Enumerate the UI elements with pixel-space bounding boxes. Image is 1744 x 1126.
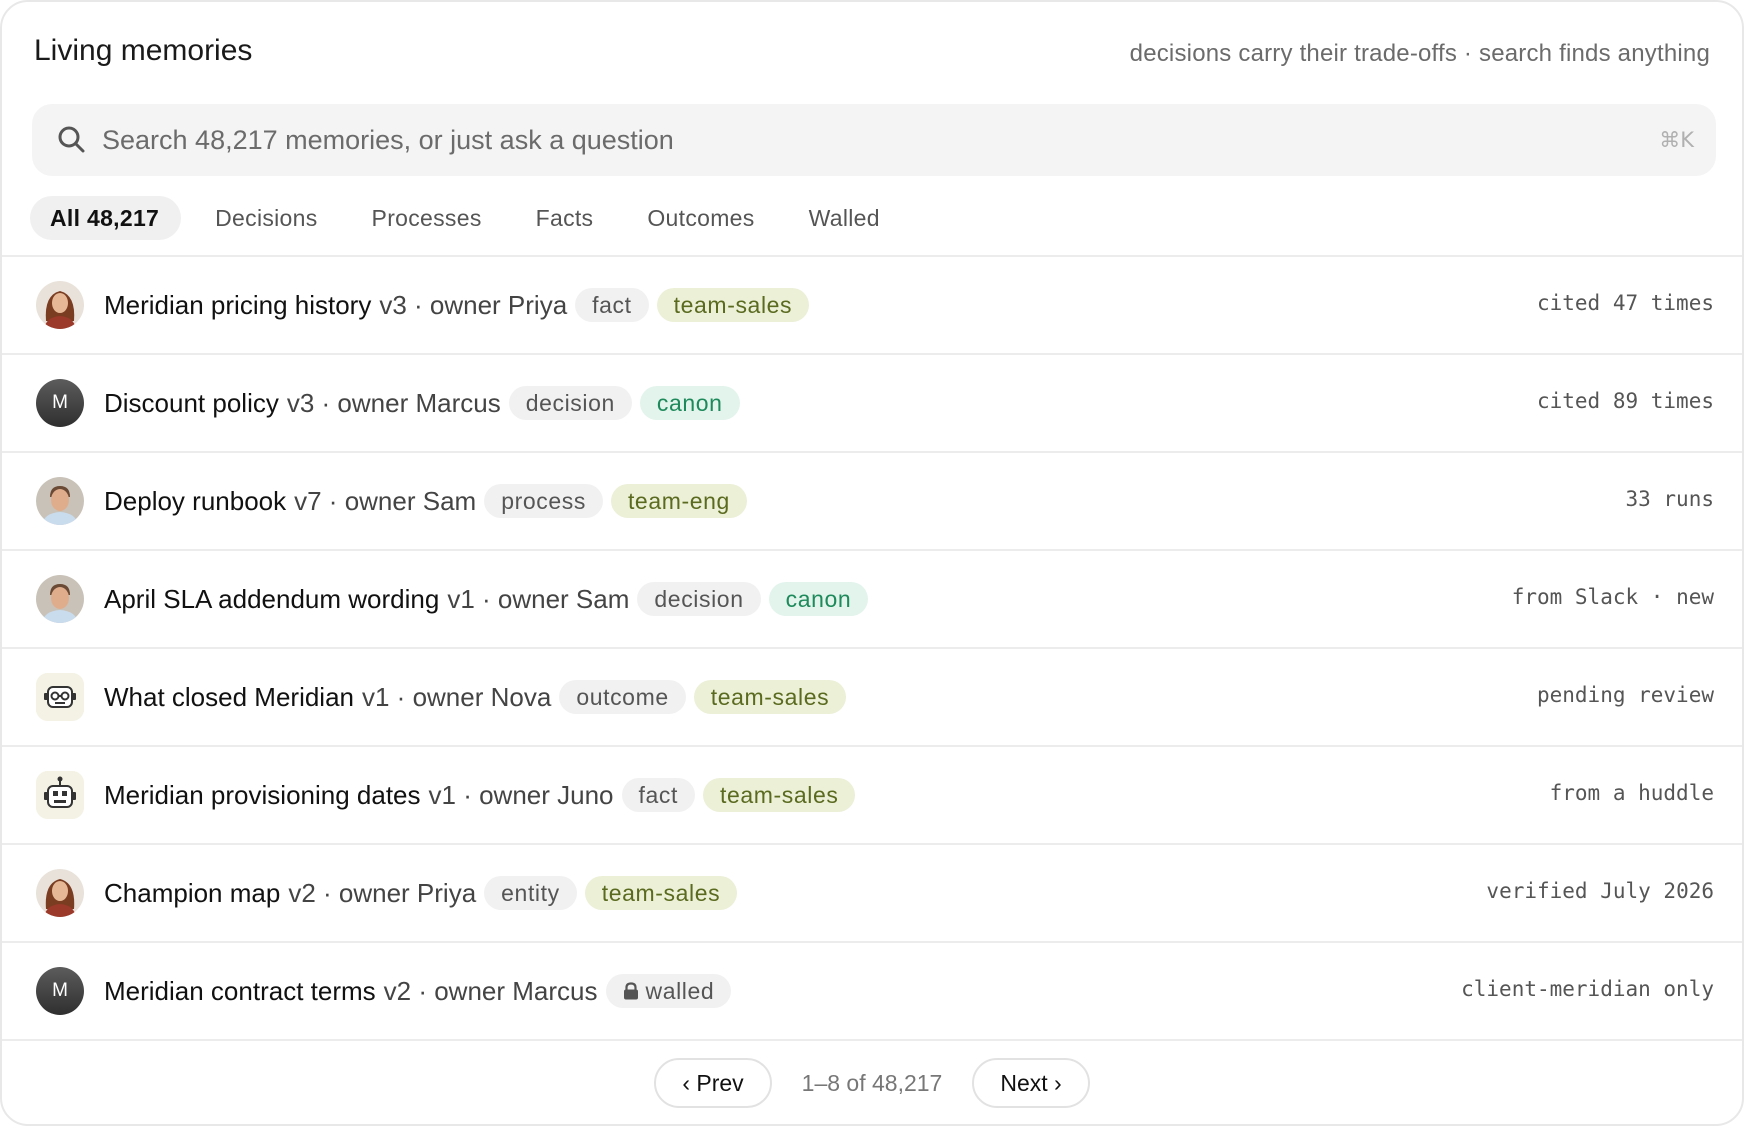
list-item[interactable]: M Discount policy v3 · owner Marcus deci… [2, 355, 1742, 453]
search-icon [56, 124, 88, 156]
avatar: M [36, 379, 84, 427]
memory-status: from a huddle [1549, 781, 1714, 805]
kind-badge: entity [484, 876, 577, 910]
memory-meta: v1 · owner Juno [428, 779, 614, 810]
scope-badge: team-sales [693, 680, 847, 714]
memory-title: Champion map [104, 877, 281, 908]
tab-processes[interactable]: Processes [352, 196, 502, 240]
scope-badge: canon [768, 582, 869, 616]
filter-tabs: All 48,217 Decisions Processes Facts Out… [30, 196, 900, 240]
memory-list: Meridian pricing history v3 · owner Priy… [2, 255, 1742, 1041]
search-shortcut: ⌘K [1659, 128, 1694, 152]
walled-badge-label: walled [645, 977, 715, 1004]
tab-decisions[interactable]: Decisions [195, 196, 337, 240]
memory-title: What closed Meridian [104, 681, 354, 712]
list-item[interactable]: Meridian provisioning dates v1 · owner J… [2, 747, 1742, 845]
panel-header: Living memories decisions carry their tr… [34, 32, 1710, 72]
tab-all[interactable]: All 48,217 [30, 196, 182, 240]
memory-title: April SLA addendum wording [104, 583, 440, 614]
memory-status: verified July 2026 [1486, 879, 1714, 903]
prev-page-button[interactable]: ‹ Prev [654, 1058, 772, 1108]
tab-walled[interactable]: Walled [789, 196, 900, 240]
page-range: 1–8 of 48,217 [801, 1069, 943, 1096]
memory-meta: v1 · owner Sam [447, 583, 630, 614]
memory-status: from Slack · new [1511, 585, 1714, 609]
memory-title: Meridian pricing history [104, 289, 372, 320]
scope-badge: team-sales [584, 876, 738, 910]
search-bar[interactable]: ⌘K [32, 104, 1716, 176]
robot-nova-icon [36, 673, 84, 721]
list-item[interactable]: April SLA addendum wording v1 · owner Sa… [2, 551, 1742, 649]
memory-title: Deploy runbook [104, 485, 287, 516]
scope-badge: team-sales [656, 288, 810, 322]
memory-title: Meridian provisioning dates [104, 779, 421, 810]
walled-badge: walled [605, 974, 732, 1008]
tab-outcomes[interactable]: Outcomes [627, 196, 774, 240]
memory-meta: v7 · owner Sam [294, 485, 477, 516]
memory-title: Meridian contract terms [104, 975, 376, 1006]
avatar: M [36, 967, 84, 1015]
memories-panel: Living memories decisions carry their tr… [0, 0, 1744, 1126]
page-tagline: decisions carry their trade-offs · searc… [1129, 40, 1710, 67]
list-item[interactable]: Meridian pricing history v3 · owner Priy… [2, 257, 1742, 355]
avatar [36, 281, 84, 329]
pagination: ‹ Prev 1–8 of 48,217 Next › [2, 1058, 1742, 1108]
kind-badge: outcome [559, 680, 686, 714]
kind-badge: fact [621, 778, 695, 812]
list-item[interactable]: Champion map v2 · owner Priya entity tea… [2, 845, 1742, 943]
memory-title: Discount policy [104, 387, 279, 418]
scope-badge: team-sales [702, 778, 856, 812]
memory-status: cited 89 times [1536, 389, 1714, 413]
avatar [36, 575, 84, 623]
list-item[interactable]: M Meridian contract terms v2 · owner Mar… [2, 943, 1742, 1041]
memory-meta: v2 · owner Priya [288, 877, 477, 908]
kind-badge: decision [637, 582, 761, 616]
next-page-button[interactable]: Next › [972, 1058, 1090, 1108]
lock-icon [623, 982, 638, 1000]
tab-facts[interactable]: Facts [516, 196, 614, 240]
scope-badge: team-eng [610, 484, 747, 518]
memory-meta: v3 · owner Priya [379, 289, 568, 320]
kind-badge: fact [575, 288, 649, 322]
memory-status: 33 runs [1625, 487, 1714, 511]
list-item[interactable]: What closed Meridian v1 · owner Nova out… [2, 649, 1742, 747]
memory-meta: v3 · owner Marcus [286, 387, 501, 418]
page-title: Living memories [34, 34, 253, 67]
memory-status: cited 47 times [1536, 291, 1714, 315]
memory-meta: v2 · owner Marcus [383, 975, 598, 1006]
search-input[interactable] [102, 104, 1602, 176]
avatar [36, 869, 84, 917]
kind-badge: process [484, 484, 603, 518]
avatar [36, 477, 84, 525]
memory-status: pending review [1536, 683, 1714, 707]
memory-meta: v1 · owner Nova [362, 681, 552, 712]
memory-status: client-meridian only [1461, 977, 1714, 1001]
scope-badge: canon [639, 386, 740, 420]
kind-badge: decision [508, 386, 632, 420]
list-item[interactable]: Deploy runbook v7 · owner Sam process te… [2, 453, 1742, 551]
robot-juno-icon [36, 771, 84, 819]
